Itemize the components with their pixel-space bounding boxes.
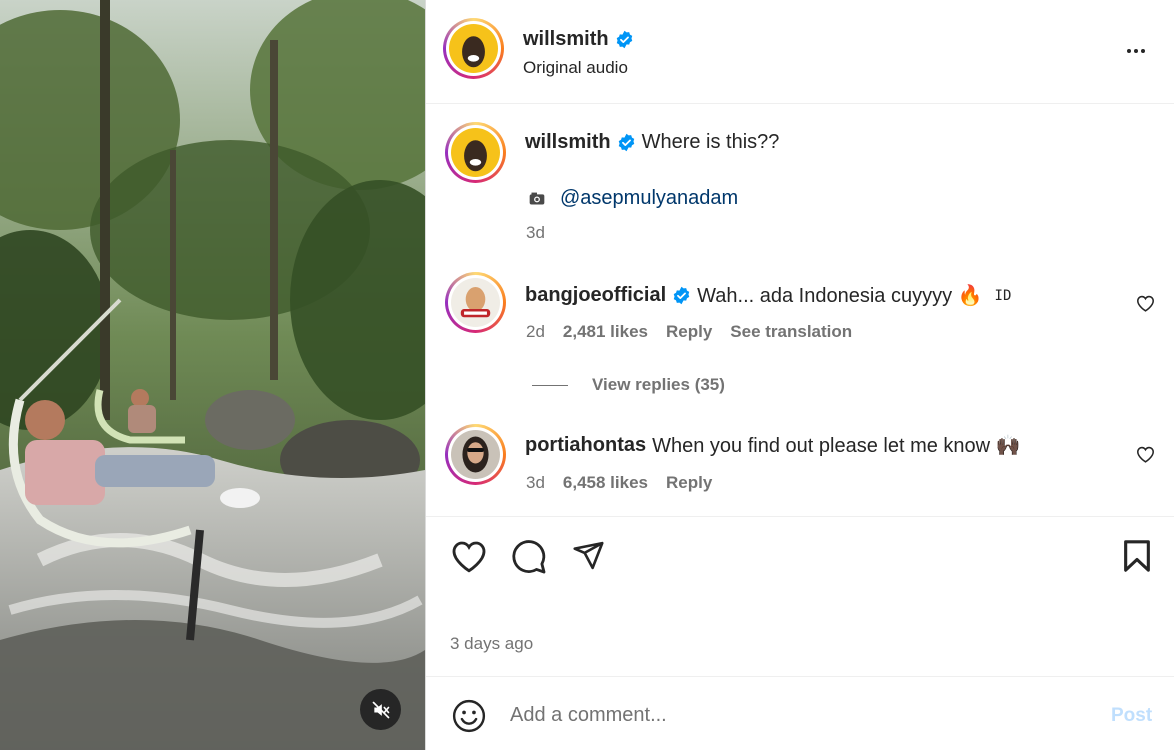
camera-emoji-icon: [529, 192, 545, 204]
more-dot: [1134, 49, 1138, 53]
verified-badge-icon: [616, 30, 632, 49]
comment-likes[interactable]: 6,458 likes: [563, 473, 648, 493]
post-comment-button[interactable]: Post: [1111, 705, 1152, 727]
caption-author-avatar-image: [451, 128, 500, 177]
add-comment-input[interactable]: [510, 699, 1070, 731]
post-actions-bar: 3 days ago: [426, 516, 1174, 676]
caption-meta: 3d: [526, 223, 545, 243]
comment-text: Wah... ada Indonesia cuyyyy 🔥: [697, 285, 983, 307]
comment-avatar-image: [451, 278, 500, 327]
comment-bubble-icon[interactable]: [511, 539, 547, 575]
comment-text: When you find out please let me know 🙌🏿: [652, 435, 1021, 457]
post-time-ago[interactable]: 3 days ago: [450, 634, 533, 654]
comment-1-meta: 2d 2,481 likes Reply See translation: [526, 322, 852, 342]
author-username[interactable]: willsmith: [523, 28, 609, 51]
author-avatar-image: [449, 24, 498, 73]
author-avatar[interactable]: [443, 18, 504, 79]
see-translation-button[interactable]: See translation: [730, 322, 852, 342]
like-comment-heart-icon[interactable]: [1136, 446, 1155, 463]
like-heart-icon[interactable]: [451, 540, 487, 573]
post-header: willsmith Original audio: [426, 0, 1174, 104]
comment-2: portiahontas When you find out please le…: [525, 433, 1021, 458]
caption-mention-line: @asepmulyanadam: [526, 187, 738, 210]
view-replies-button[interactable]: View replies (35): [532, 375, 725, 395]
post-details-panel: willsmith Original audio willsmith Where…: [425, 0, 1174, 750]
replies-divider: [532, 384, 568, 386]
save-bookmark-icon[interactable]: [1122, 539, 1152, 573]
comment-age: 3d: [526, 473, 545, 492]
caption-username[interactable]: willsmith: [525, 131, 611, 154]
caption-author-avatar[interactable]: [445, 122, 506, 183]
comment-age: 2d: [526, 322, 545, 341]
more-horizontal-icon: [1127, 49, 1131, 53]
comment-username[interactable]: portiahontas: [525, 434, 646, 457]
reply-button[interactable]: Reply: [666, 322, 712, 342]
mention-link[interactable]: @asepmulyanadam: [560, 187, 738, 210]
comment-username[interactable]: bangjoeofficial: [525, 284, 666, 307]
view-replies-label: View replies (35): [592, 375, 725, 394]
like-comment-heart-icon[interactable]: [1136, 295, 1155, 312]
country-tag: ID: [994, 287, 1012, 304]
audio-label[interactable]: Original audio: [523, 58, 628, 78]
comment-avatar-image: [451, 430, 500, 479]
emoji-smiley-icon[interactable]: [452, 699, 486, 733]
speaker-muted-icon: [372, 701, 389, 718]
more-dot: [1141, 49, 1145, 53]
post-video[interactable]: [0, 0, 425, 750]
comment-composer: Post: [426, 676, 1174, 750]
caption-text: Where is this??: [641, 131, 780, 153]
caption-age: 3d: [526, 223, 545, 242]
mute-toggle-button[interactable]: [360, 689, 401, 730]
caption: willsmith Where is this??: [525, 131, 779, 154]
verified-badge-icon: [618, 133, 634, 152]
share-send-icon[interactable]: [571, 539, 606, 572]
comment-2-meta: 3d 6,458 likes Reply: [526, 473, 712, 493]
video-frame-jungle-river: [0, 0, 425, 750]
more-options-button[interactable]: [1121, 38, 1151, 64]
comment-avatar-bangjoeofficial[interactable]: [445, 272, 506, 333]
author-line: willsmith: [523, 28, 634, 51]
comment-avatar-portiahontas[interactable]: [445, 424, 506, 485]
verified-badge-icon: [673, 286, 690, 305]
reply-button[interactable]: Reply: [666, 473, 712, 493]
comment-likes[interactable]: 2,481 likes: [563, 322, 648, 342]
comment-1: bangjoeofficial Wah... ada Indonesia cuy…: [525, 283, 1011, 308]
